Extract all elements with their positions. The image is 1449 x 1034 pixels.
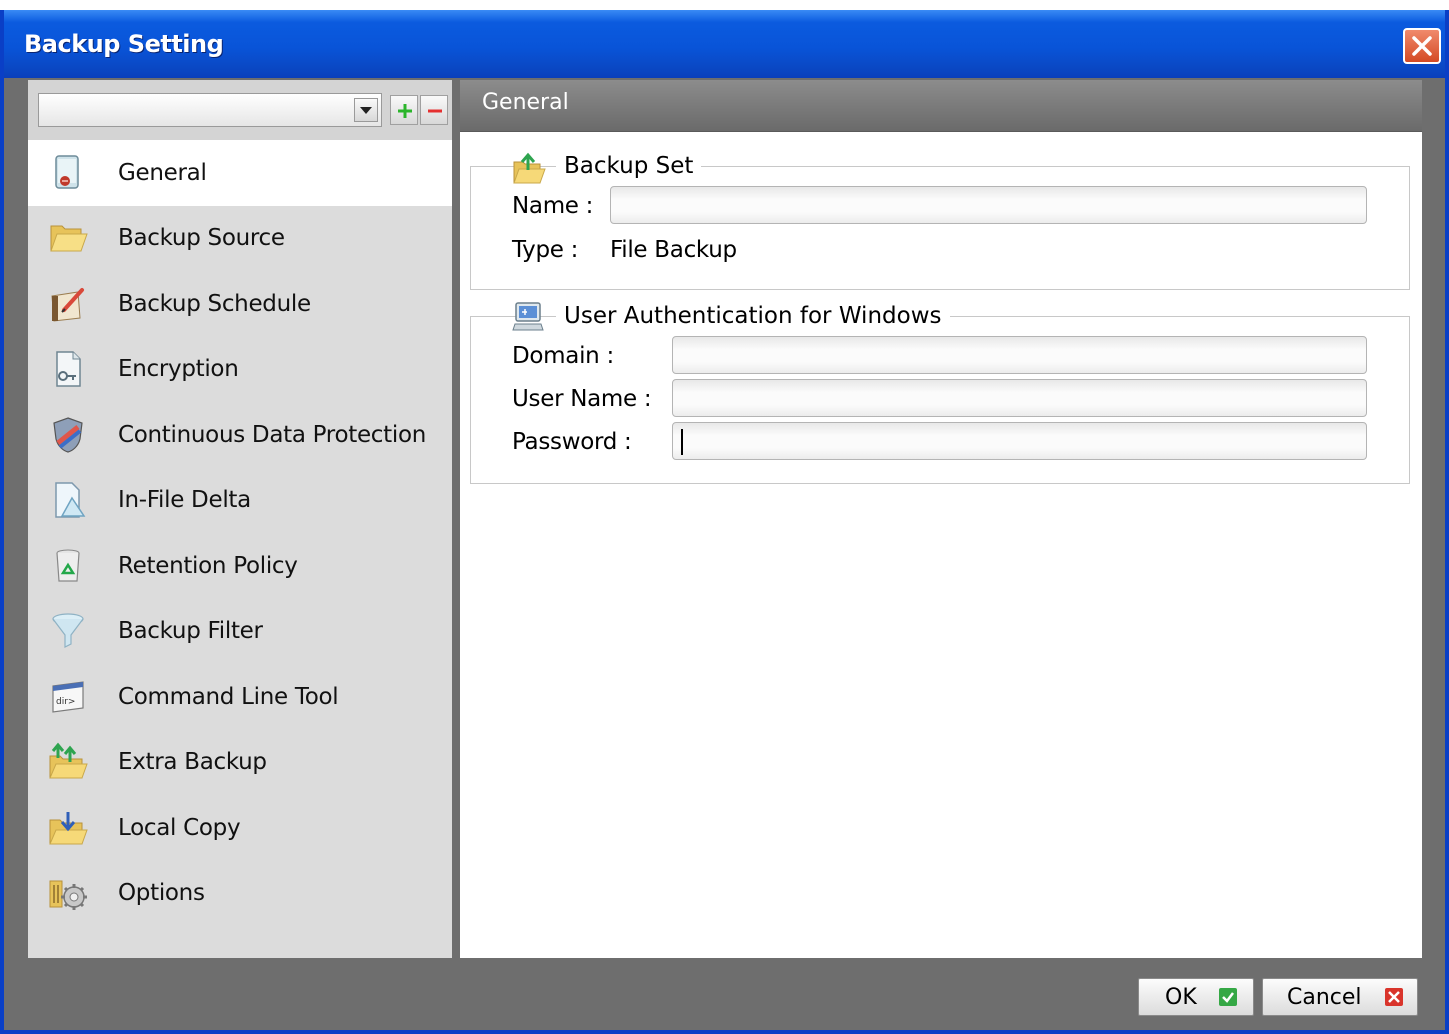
nav-label: Encryption: [118, 356, 239, 383]
backup-set-select[interactable]: [38, 93, 382, 127]
nav-item-extra-backup[interactable]: Extra Backup: [28, 730, 452, 796]
cancel-button-label: Cancel: [1287, 985, 1362, 1010]
nav-label: General: [118, 159, 207, 186]
nav-item-options[interactable]: Options: [28, 861, 452, 927]
nav-label: Backup Schedule: [118, 290, 311, 317]
recycle-bin-icon: [56, 549, 80, 582]
password-input[interactable]: [672, 422, 1367, 460]
nav-label: Backup Source: [118, 225, 285, 252]
text-caret: [681, 429, 683, 455]
nav-item-backup-filter[interactable]: Backup Filter: [28, 599, 452, 665]
username-input[interactable]: [672, 379, 1367, 417]
nav-label: Local Copy: [118, 814, 241, 841]
ok-button-label: OK: [1165, 985, 1197, 1010]
ok-button[interactable]: OK: [1138, 978, 1254, 1016]
backup-set-icon: [513, 152, 546, 184]
nav-label: In-File Delta: [118, 487, 251, 514]
nav-item-general[interactable]: General: [28, 140, 452, 206]
nav-label: Command Line Tool: [118, 683, 339, 710]
nav-label: Retention Policy: [118, 552, 298, 579]
nav-item-backup-source[interactable]: Backup Source: [28, 206, 452, 272]
section-header-title: General: [482, 90, 569, 115]
check-icon: [1219, 988, 1237, 1006]
nav-label: Extra Backup: [118, 749, 267, 776]
plus-icon: [398, 104, 412, 118]
folder-icon: [50, 225, 88, 252]
nav-item-command-line-tool[interactable]: dir> Command Line Tool: [28, 664, 452, 730]
settings-content-panel: General Backup Set Name : Type : File Ba…: [460, 80, 1422, 958]
cancel-button[interactable]: Cancel: [1262, 978, 1418, 1016]
minus-icon: [428, 109, 442, 113]
remove-backup-set-button[interactable]: [420, 95, 448, 125]
password-label: Password :: [512, 429, 632, 455]
nav-label: Options: [118, 880, 205, 907]
shield-icon: [53, 417, 83, 453]
nav-item-backup-schedule[interactable]: Backup Schedule: [28, 271, 452, 337]
funnel-icon: [52, 613, 84, 649]
close-button[interactable]: [1403, 28, 1441, 64]
settings-nav-list: General Backup Source Backup Schedule En…: [28, 140, 452, 926]
username-label: User Name :: [512, 386, 652, 412]
encryption-key-icon: [56, 351, 81, 387]
type-value: File Backup: [610, 237, 737, 263]
computer-icon: [512, 302, 544, 331]
cancel-x-icon: [1385, 988, 1403, 1006]
backup-set-group: [470, 166, 1410, 290]
user-auth-title: User Authentication for Windows: [556, 303, 950, 329]
options-gear-icon: [49, 880, 87, 911]
nav-label: Backup Filter: [118, 618, 263, 645]
nav-label: Continuous Data Protection: [118, 421, 427, 448]
chevron-down-icon: [360, 107, 372, 114]
title-bar[interactable]: Backup Setting: [4, 10, 1445, 78]
backup-set-title: Backup Set: [556, 153, 702, 179]
section-header: General: [460, 80, 1422, 132]
nav-item-retention-policy[interactable]: Retention Policy: [28, 533, 452, 599]
name-label: Name :: [512, 193, 594, 219]
window-title: Backup Setting: [24, 30, 224, 58]
command-line-icon: dir>: [52, 681, 84, 713]
schedule-icon: [51, 287, 84, 322]
domain-input[interactable]: [672, 336, 1367, 374]
general-icon: [55, 155, 79, 189]
add-backup-set-button[interactable]: [390, 95, 418, 125]
delta-icon: [55, 482, 86, 518]
dropdown-arrow-button[interactable]: [354, 98, 378, 122]
close-icon: [1412, 36, 1432, 56]
settings-nav-panel: General Backup Source Backup Schedule En…: [28, 80, 452, 958]
domain-label: Domain :: [512, 343, 614, 369]
local-copy-icon: [49, 811, 88, 845]
backup-set-toolbar: [28, 80, 452, 140]
extra-backup-icon: [49, 742, 88, 779]
nav-item-local-copy[interactable]: Local Copy: [28, 795, 452, 861]
nav-item-encryption[interactable]: Encryption: [28, 337, 452, 403]
name-input[interactable]: [610, 186, 1367, 224]
svg-text:dir>: dir>: [56, 697, 75, 707]
nav-item-continuous-data-protection[interactable]: Continuous Data Protection: [28, 402, 452, 468]
nav-item-in-file-delta[interactable]: In-File Delta: [28, 468, 452, 534]
type-label: Type :: [512, 237, 579, 263]
